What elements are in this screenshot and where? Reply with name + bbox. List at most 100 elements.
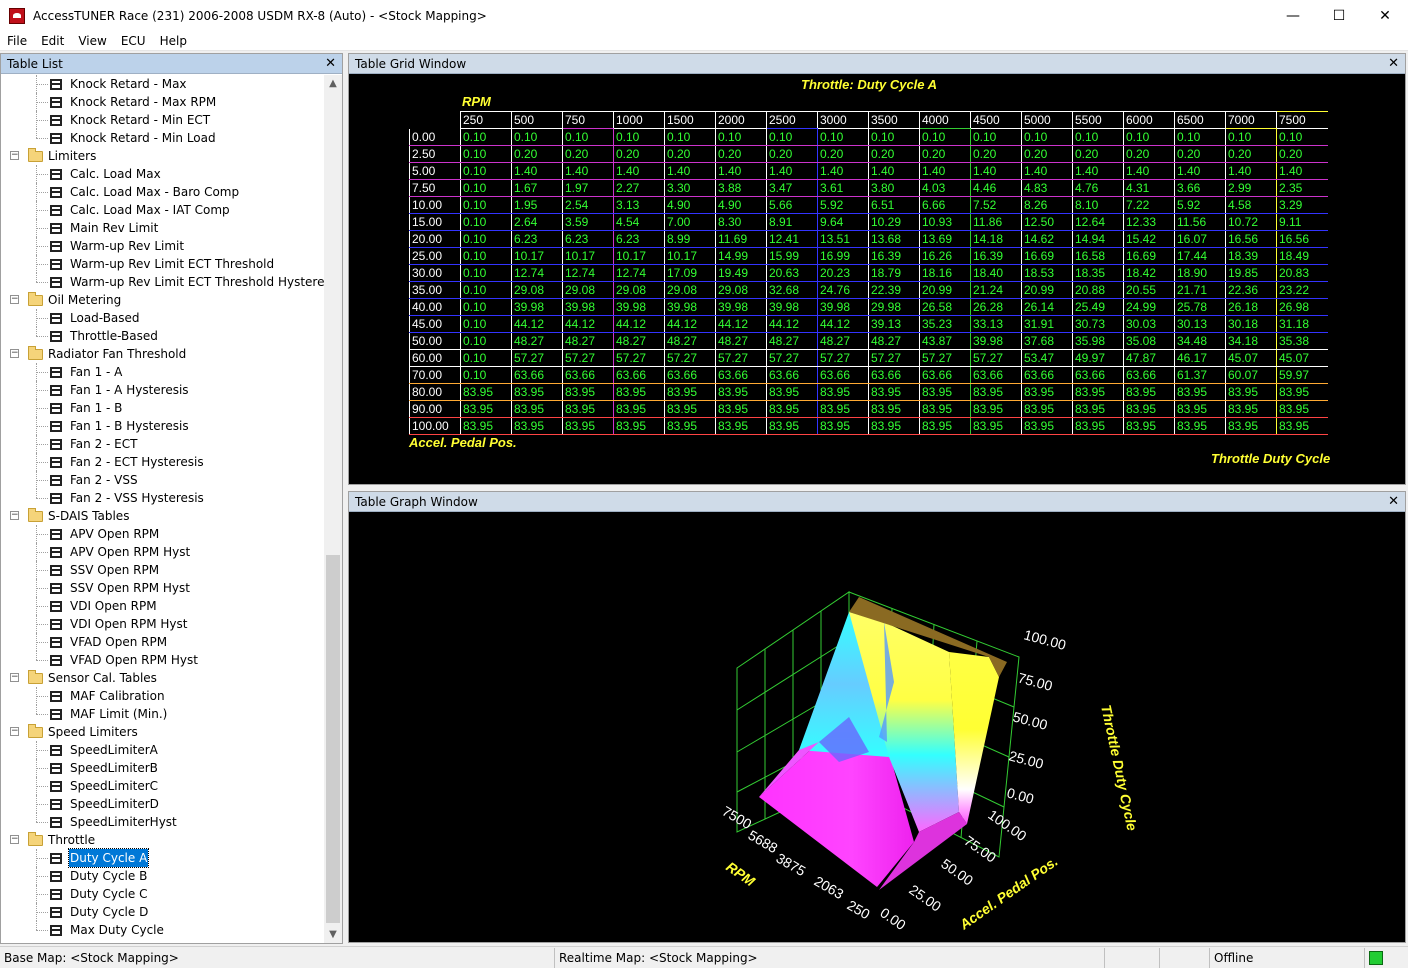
grid-cell[interactable]: 83.95	[1123, 383, 1175, 401]
tree-item[interactable]: Knock Retard - Min ECT	[1, 111, 324, 129]
grid-cell[interactable]: 9.11	[1276, 213, 1328, 231]
grid-cell[interactable]: 24.99	[1123, 298, 1175, 316]
grid-cell[interactable]: 30.73	[1072, 315, 1124, 333]
table-list-close-icon[interactable]: ✕	[325, 56, 336, 71]
collapse-icon[interactable]: −	[10, 835, 19, 844]
collapse-icon[interactable]: −	[10, 349, 19, 358]
tree-item[interactable]: Calc. Load Max - Baro Comp	[1, 183, 324, 201]
grid-cell[interactable]: 0.20	[511, 145, 563, 163]
grid-cell[interactable]: 39.98	[664, 298, 716, 316]
grid-cell[interactable]: 0.10	[460, 332, 512, 350]
grid-cell[interactable]: 0.10	[460, 315, 512, 333]
surface-plot[interactable]: 100.00 75.00 50.00 25.00 0.00 100.00 75.…	[349, 512, 1405, 942]
grid-cell[interactable]: 1.40	[868, 162, 920, 180]
grid-cell[interactable]: 3.88	[715, 179, 767, 197]
grid-cell[interactable]: 39.98	[613, 298, 665, 316]
grid-cell[interactable]: 63.66	[613, 366, 665, 384]
grid-cell[interactable]: 83.95	[1021, 400, 1073, 418]
grid-cell[interactable]: 3.30	[664, 179, 716, 197]
grid-cell[interactable]: 18.16	[919, 264, 971, 282]
grid-cell[interactable]: 6.51	[868, 196, 920, 214]
grid-cell[interactable]: 16.07	[1174, 230, 1226, 248]
grid-cell[interactable]: 16.26	[919, 247, 971, 265]
grid-cell[interactable]: 0.20	[1123, 145, 1175, 163]
grid-cell[interactable]: 22.39	[868, 281, 920, 299]
grid-cell[interactable]: 5.92	[817, 196, 869, 214]
tree-item[interactable]: Fan 1 - B	[1, 399, 324, 417]
tree-group[interactable]: − Throttle	[1, 831, 324, 849]
grid-cell[interactable]: 39.98	[970, 332, 1022, 350]
grid-cell[interactable]: 44.12	[766, 315, 818, 333]
grid-cell[interactable]: 4.31	[1123, 179, 1175, 197]
grid-cell[interactable]: 0.10	[1276, 128, 1328, 146]
grid-cell[interactable]: 18.39	[1225, 247, 1277, 265]
grid-cell[interactable]: 0.10	[511, 128, 563, 146]
grid-cell[interactable]: 1.40	[970, 162, 1022, 180]
grid-cell[interactable]: 1.40	[1276, 162, 1328, 180]
tree-item[interactable]: APV Open RPM	[1, 525, 324, 543]
grid-cell[interactable]: 0.10	[460, 298, 512, 316]
grid-cell[interactable]: 26.18	[1225, 298, 1277, 316]
grid-cell[interactable]: 1.40	[511, 162, 563, 180]
grid-cell[interactable]: 10.72	[1225, 213, 1277, 231]
grid-cell[interactable]: 0.10	[460, 281, 512, 299]
grid-cell[interactable]: 0.10	[460, 264, 512, 282]
grid-cell[interactable]: 57.27	[868, 349, 920, 367]
grid-cell[interactable]: 14.18	[970, 230, 1022, 248]
grid-cell[interactable]: 21.71	[1174, 281, 1226, 299]
grid-cell[interactable]: 12.33	[1123, 213, 1175, 231]
grid-cell[interactable]: 57.27	[664, 349, 716, 367]
grid-cell[interactable]: 63.66	[1072, 366, 1124, 384]
grid-cell[interactable]: 0.10	[460, 145, 512, 163]
grid-cell[interactable]: 35.23	[919, 315, 971, 333]
grid-cell[interactable]: 31.91	[1021, 315, 1073, 333]
grid-cell[interactable]: 16.56	[1276, 230, 1328, 248]
grid-cell[interactable]: 63.66	[868, 366, 920, 384]
grid-cell[interactable]: 1.40	[1225, 162, 1277, 180]
grid-cell[interactable]: 8.30	[715, 213, 767, 231]
grid-cell[interactable]: 39.13	[868, 315, 920, 333]
tree-item[interactable]: Main Rev Limit	[1, 219, 324, 237]
grid-cell[interactable]: 8.99	[664, 230, 716, 248]
tree-item[interactable]: Warm-up Rev Limit ECT Threshold Hysteres…	[1, 273, 324, 291]
grid-cell[interactable]: 0.10	[664, 128, 716, 146]
grid-cell[interactable]: 63.66	[1021, 366, 1073, 384]
graph-window-close-icon[interactable]: ✕	[1388, 494, 1399, 509]
grid-cell[interactable]: 18.42	[1123, 264, 1175, 282]
grid-cell[interactable]: 18.79	[868, 264, 920, 282]
grid-cell[interactable]: 0.10	[460, 128, 512, 146]
grid-cell[interactable]: 1.40	[766, 162, 818, 180]
grid-cell[interactable]: 13.69	[919, 230, 971, 248]
grid-cell[interactable]: 39.98	[511, 298, 563, 316]
collapse-icon[interactable]: −	[10, 151, 19, 160]
grid-cell[interactable]: 83.95	[1021, 417, 1073, 435]
grid-cell[interactable]: 26.58	[919, 298, 971, 316]
tree-item[interactable]: Duty Cycle A	[1, 848, 324, 868]
grid-cell[interactable]: 32.68	[766, 281, 818, 299]
grid-cell[interactable]: 83.95	[1276, 383, 1328, 401]
grid-cell[interactable]: 1.40	[664, 162, 716, 180]
grid-cell[interactable]: 63.66	[919, 366, 971, 384]
grid-cell[interactable]: 4.54	[613, 213, 665, 231]
grid-cell[interactable]: 3.13	[613, 196, 665, 214]
tree-item[interactable]: Warm-up Rev Limit	[1, 237, 324, 255]
grid-cell[interactable]: 0.20	[562, 145, 614, 163]
grid-cell[interactable]: 0.10	[562, 128, 614, 146]
grid-cell[interactable]: 3.80	[868, 179, 920, 197]
tree-group[interactable]: − Sensor Cal. Tables	[1, 669, 324, 687]
grid-cell[interactable]: 10.93	[919, 213, 971, 231]
grid-cell[interactable]: 31.18	[1276, 315, 1328, 333]
grid-cell[interactable]: 18.35	[1072, 264, 1124, 282]
grid-cell[interactable]: 83.95	[715, 400, 767, 418]
grid-cell[interactable]: 61.37	[1174, 366, 1226, 384]
grid-cell[interactable]: 2.54	[562, 196, 614, 214]
grid-cell[interactable]: 1.40	[562, 162, 614, 180]
grid-cell[interactable]: 0.10	[460, 349, 512, 367]
grid-cell[interactable]: 0.10	[970, 128, 1022, 146]
table-tree[interactable]: Knock Retard - Max Knock Retard - Max RPM…	[1, 75, 324, 943]
close-button[interactable]: ✕	[1362, 0, 1408, 31]
grid-cell[interactable]: 2.35	[1276, 179, 1328, 197]
grid-cell[interactable]: 0.20	[613, 145, 665, 163]
grid-cell[interactable]: 10.17	[511, 247, 563, 265]
grid-cell[interactable]: 63.66	[766, 366, 818, 384]
